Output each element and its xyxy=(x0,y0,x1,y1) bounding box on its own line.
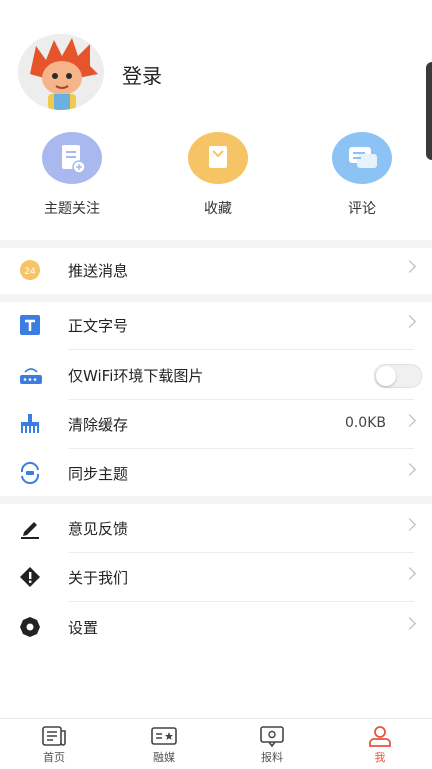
menu-feedback[interactable]: 意见反馈 xyxy=(0,504,432,552)
push-label: 推送消息 xyxy=(68,262,129,280)
font-size-label: 正文字号 xyxy=(68,317,129,335)
chevron-right-icon xyxy=(403,617,416,630)
pencil-icon xyxy=(18,516,44,540)
menu-clear-cache[interactable]: 清除缓存 0.0KB xyxy=(0,400,432,448)
avatar[interactable] xyxy=(18,34,104,110)
menu-sync-topics[interactable]: 同步主题 xyxy=(0,449,432,497)
settings-label: 设置 xyxy=(68,619,99,637)
profile-page: 登录 主题关注 收藏 评论 24 推送消息 正文字号 仅WiFi环境下载图片 清… xyxy=(0,0,432,769)
quick-favorites[interactable]: 收藏 xyxy=(168,132,268,218)
menu-font-size[interactable]: 正文字号 xyxy=(0,301,432,349)
chevron-right-icon xyxy=(403,567,416,580)
gear-icon xyxy=(18,615,44,639)
wifi-toggle[interactable] xyxy=(374,364,422,388)
section-divider xyxy=(0,496,432,504)
tab-me[interactable]: 我 xyxy=(344,719,416,769)
quick-comments-label: 评论 xyxy=(348,201,376,217)
tab-report[interactable]: 报料 xyxy=(236,719,308,769)
clear-cache-label: 清除缓存 xyxy=(68,416,129,434)
quick-follow-topics[interactable]: 主题关注 xyxy=(22,132,122,218)
warning-icon xyxy=(18,565,44,589)
tab-home[interactable]: 首页 xyxy=(18,719,90,769)
feedback-label: 意见反馈 xyxy=(68,520,129,538)
router-icon xyxy=(18,363,44,387)
profile-header: 登录 主题关注 收藏 评论 xyxy=(0,0,432,240)
side-handle xyxy=(426,62,432,160)
tab-media-label: 融媒 xyxy=(153,751,175,764)
doc-add-icon xyxy=(42,132,102,184)
svg-text:24: 24 xyxy=(24,267,36,277)
tab-report-label: 报料 xyxy=(261,751,283,764)
tab-media[interactable]: 融媒 xyxy=(128,719,200,769)
sync-icon xyxy=(18,461,44,485)
row-divider xyxy=(68,601,414,602)
comment-icon xyxy=(332,132,392,184)
clock-24-icon: 24 xyxy=(18,258,44,282)
newspaper-icon xyxy=(41,725,67,747)
sync-label: 同步主题 xyxy=(68,465,129,483)
chevron-right-icon xyxy=(403,414,416,427)
about-label: 关于我们 xyxy=(68,569,129,587)
cache-size: 0.0KB xyxy=(344,415,386,431)
quick-follow-label: 主题关注 xyxy=(44,201,100,217)
menu-push-messages[interactable]: 24 推送消息 xyxy=(0,246,432,294)
bookmark-icon xyxy=(188,132,248,184)
tab-me-label: 我 xyxy=(374,751,386,764)
text-t-icon xyxy=(18,313,44,337)
menu-settings[interactable]: 设置 xyxy=(0,603,432,651)
chevron-right-icon xyxy=(403,463,416,476)
chevron-right-icon xyxy=(403,518,416,531)
menu-about-us[interactable]: 关于我们 xyxy=(0,553,432,601)
quick-favorites-label: 收藏 xyxy=(204,201,232,217)
broom-icon xyxy=(18,412,44,436)
person-icon xyxy=(367,725,393,747)
quick-comments[interactable]: 评论 xyxy=(312,132,412,218)
menu-wifi-images: 仅WiFi环境下载图片 xyxy=(0,351,432,399)
tab-home-label: 首页 xyxy=(43,751,65,764)
wifi-label: 仅WiFi环境下载图片 xyxy=(68,367,204,385)
row-divider xyxy=(68,349,414,350)
chevron-right-icon xyxy=(403,315,416,328)
chevron-right-icon xyxy=(403,260,416,273)
report-icon xyxy=(259,725,285,748)
media-icon xyxy=(151,725,177,747)
toggle-knob xyxy=(376,366,396,386)
login-link[interactable]: 登录 xyxy=(122,60,162,89)
bottom-tab-bar: 首页 融媒 报料 我 xyxy=(0,718,432,769)
